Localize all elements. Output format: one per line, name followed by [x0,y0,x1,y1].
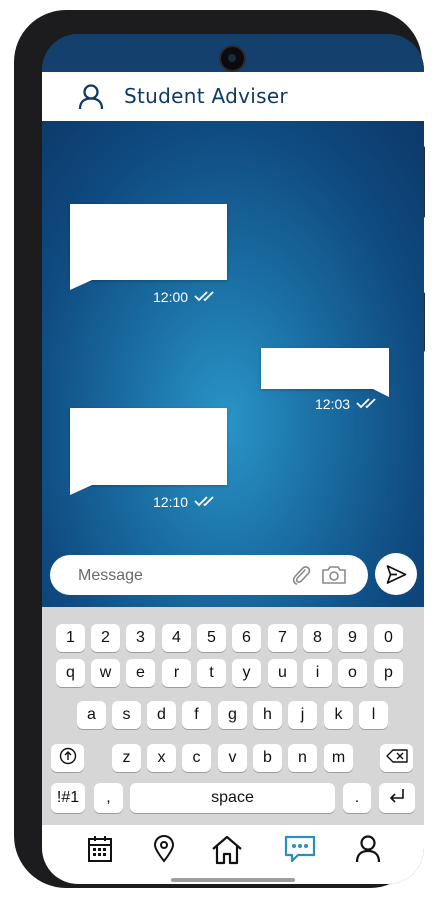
double-check-icon [194,289,220,305]
key-l[interactable]: l [359,701,388,729]
key-0[interactable]: 0 [374,624,403,652]
chat-header: Student Adviser [42,72,424,121]
profile-icon[interactable] [355,835,381,868]
chat-icon[interactable] [284,835,316,868]
key-u[interactable]: u [268,659,297,687]
key-o[interactable]: o [338,659,367,687]
key-f[interactable]: f [182,701,211,729]
chat-area[interactable]: 12:00 12:03 12:10 [42,121,424,608]
key-b[interactable]: b [253,744,282,772]
key-r[interactable]: r [162,659,191,687]
status-bar [42,34,424,72]
symbols-key[interactable]: !#1 [51,783,85,813]
keyboard: 1 2 3 4 5 6 7 8 9 0 q w e r t y u i o p … [42,607,424,825]
message-input[interactable] [76,564,280,588]
backspace-icon [385,748,408,768]
page-title: Student Adviser [124,84,288,108]
bottom-nav [42,825,424,884]
paperclip-icon[interactable] [290,564,312,591]
key-3[interactable]: 3 [126,624,155,652]
key-8[interactable]: 8 [303,624,332,652]
key-s[interactable]: s [112,701,141,729]
shift-icon [59,747,77,770]
key-p[interactable]: p [374,659,403,687]
message-meta: 12:10 [153,494,220,510]
key-h[interactable]: h [253,701,282,729]
key-m[interactable]: m [324,744,353,772]
key-v[interactable]: v [218,744,247,772]
message-bubble-outgoing[interactable] [261,348,389,397]
message-meta: 12:00 [153,289,220,305]
screen: Student Adviser 12:00 12:03 12:10 Messag… [42,34,424,884]
message-time: 12:00 [153,289,189,305]
enter-key[interactable] [379,783,415,813]
space-key[interactable]: space [130,783,335,813]
send-button[interactable] [375,553,417,595]
enter-icon [388,788,406,809]
composer-row [42,552,424,604]
message-meta: 12:03 [315,396,382,412]
message-time: 12:10 [153,494,189,510]
location-pin-icon[interactable] [152,835,176,868]
home-icon[interactable] [211,835,243,870]
key-w[interactable]: w [91,659,120,687]
backspace-key[interactable] [380,744,413,772]
calendar-icon[interactable] [87,835,113,868]
key-k[interactable]: k [324,701,353,729]
key-j[interactable]: j [288,701,317,729]
key-t[interactable]: t [197,659,226,687]
key-x[interactable]: x [147,744,176,772]
key-c[interactable]: c [182,744,211,772]
message-bubble-incoming[interactable] [70,408,227,495]
key-4[interactable]: 4 [162,624,191,652]
shift-key[interactable] [51,744,84,772]
camera-icon[interactable] [321,564,347,591]
key-9[interactable]: 9 [338,624,367,652]
user-icon[interactable] [78,84,104,115]
key-i[interactable]: i [303,659,332,687]
message-box[interactable] [50,555,368,595]
key-6[interactable]: 6 [232,624,261,652]
home-indicator[interactable] [171,878,295,882]
key-e[interactable]: e [126,659,155,687]
phone-frame: Student Adviser 12:00 12:03 12:10 Messag… [14,10,425,888]
double-check-icon [194,494,220,510]
double-check-icon [356,396,382,412]
key-1[interactable]: 1 [56,624,85,652]
key-g[interactable]: g [218,701,247,729]
period-key[interactable]: . [343,783,371,813]
key-n[interactable]: n [288,744,317,772]
key-q[interactable]: q [56,659,85,687]
key-7[interactable]: 7 [268,624,297,652]
key-a[interactable]: a [77,701,106,729]
key-y[interactable]: y [232,659,261,687]
comma-key[interactable]: , [94,783,123,813]
message-time: 12:03 [315,396,351,412]
key-2[interactable]: 2 [91,624,120,652]
key-5[interactable]: 5 [197,624,226,652]
key-z[interactable]: z [112,744,141,772]
key-d[interactable]: d [147,701,176,729]
message-bubble-incoming[interactable] [70,204,227,290]
front-camera [221,47,244,70]
